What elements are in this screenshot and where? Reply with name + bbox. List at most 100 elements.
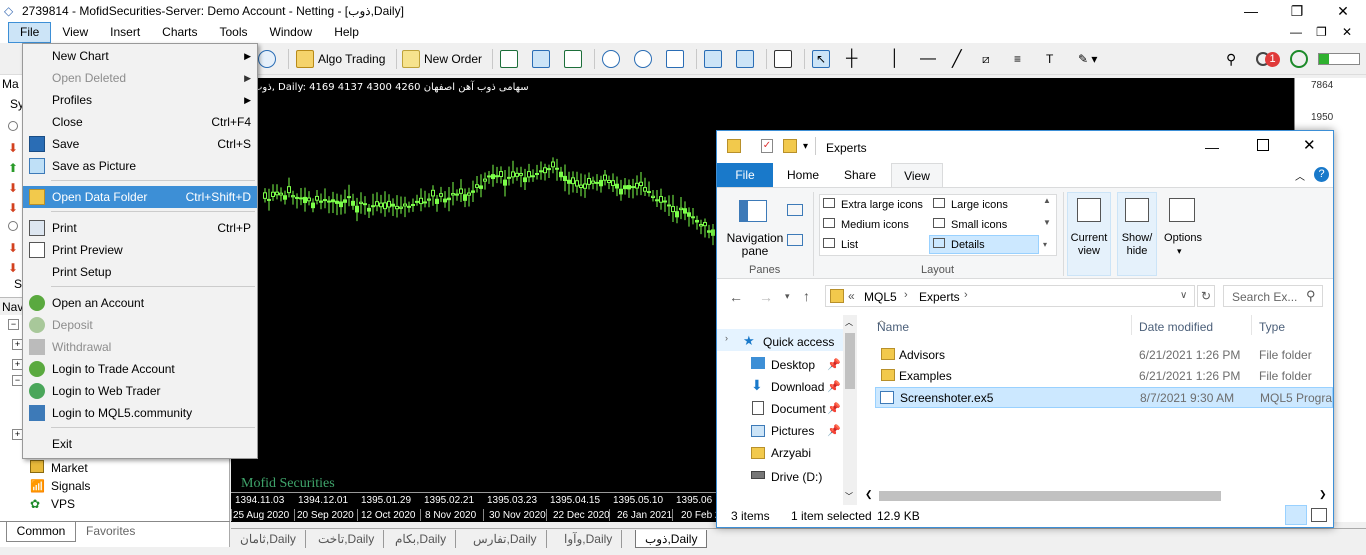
menu-view[interactable]: View <box>51 22 99 43</box>
column-type[interactable]: Type <box>1259 320 1285 334</box>
show-hide-button[interactable]: Show/ hide <box>1117 232 1157 258</box>
bar-chart-icon[interactable] <box>500 49 522 69</box>
expand-icon[interactable]: − <box>8 319 19 330</box>
maximize-button[interactable]: ❐ <box>1274 0 1320 22</box>
layout-small-icons[interactable]: Small icons <box>933 218 1007 231</box>
symbols-tab[interactable]: S <box>14 277 22 291</box>
details-view-icon[interactable] <box>1285 505 1307 525</box>
nav-scrollbar[interactable]: ︿ ﹀ <box>843 315 857 505</box>
menu-item-exit[interactable]: Exit <box>23 433 257 455</box>
expand-chevron-icon[interactable]: › <box>725 333 728 343</box>
close-button[interactable]: ✕ <box>1320 0 1366 22</box>
horizontal-line-icon[interactable]: — <box>920 49 936 69</box>
chart-tab[interactable]: ذوب,Daily <box>635 530 708 548</box>
layout-list[interactable]: List <box>823 238 858 251</box>
tile-windows-icon[interactable] <box>666 49 688 69</box>
details-pane-icon[interactable] <box>787 234 803 246</box>
menu-item-save[interactable]: Save Ctrl+S <box>23 133 257 155</box>
market-watch-icon[interactable] <box>258 49 280 69</box>
layout-extra-large-icons[interactable]: Extra large icons <box>823 198 923 211</box>
mdi-close-icon[interactable]: ✕ <box>1342 25 1352 39</box>
breadcrumb-overflow-icon[interactable]: « <box>848 289 855 303</box>
navigator-vps[interactable]: VPS <box>51 497 75 511</box>
layout-scroll-up-icon[interactable]: ▲ <box>1043 196 1051 205</box>
nav-quick-access[interactable]: Quick access <box>763 335 834 349</box>
back-icon[interactable]: ← <box>729 289 743 305</box>
nav-drive-d[interactable]: Drive (D:) <box>771 470 822 484</box>
column-name[interactable]: Name <box>877 320 909 334</box>
ribbon-tab-home[interactable]: Home <box>779 163 827 187</box>
layout-large-icons[interactable]: Large icons <box>933 198 1008 211</box>
menu-item-login-mql5[interactable]: Login to MQL5.community <box>23 402 257 424</box>
up-folder-icon[interactable]: ↑ <box>803 288 810 304</box>
menu-item-print-preview[interactable]: Print Preview <box>23 239 257 261</box>
preview-pane-icon[interactable] <box>787 204 803 216</box>
ribbon-tab-file[interactable]: File <box>717 163 773 187</box>
scroll-left-icon[interactable]: ❮ <box>865 489 873 500</box>
close-button[interactable]: ✕ <box>1303 136 1316 154</box>
line-chart-icon[interactable] <box>564 49 586 69</box>
navigator-market[interactable]: Market <box>51 461 88 475</box>
nav-downloads[interactable]: Download <box>771 380 827 394</box>
mdi-restore-icon[interactable]: ❐ <box>1316 25 1327 39</box>
chart-tab[interactable]: وآوا,Daily <box>555 530 623 548</box>
menu-tools[interactable]: Tools <box>209 22 259 43</box>
menu-item-print-setup[interactable]: Print Setup <box>23 261 257 283</box>
vertical-line-icon[interactable]: │ <box>890 49 900 69</box>
menu-file[interactable]: File <box>8 22 52 43</box>
refresh-icon[interactable]: ↻ <box>1197 285 1215 307</box>
nav-pictures[interactable]: Pictures <box>771 424 814 438</box>
pin-icon[interactable]: 📌 <box>827 402 841 415</box>
equidistant-channel-icon[interactable]: ⧄ <box>982 49 990 69</box>
lvl-icon[interactable] <box>1290 49 1308 69</box>
breadcrumb-experts[interactable]: Experts <box>919 290 960 304</box>
chart-tab[interactable]: ثامان,Daily <box>231 530 306 548</box>
tab-favorites[interactable]: Favorites <box>86 524 135 538</box>
search-icon[interactable]: ⚲ <box>1226 49 1236 69</box>
options-button[interactable]: Options <box>1159 232 1207 244</box>
ribbon-tab-view[interactable]: View <box>891 163 943 187</box>
menu-charts[interactable]: Charts <box>151 22 208 43</box>
chart-tab[interactable]: تاخت,Daily <box>309 530 385 548</box>
crosshair-icon[interactable]: ┼ <box>846 49 857 69</box>
breadcrumb-mql5[interactable]: MQL5 <box>864 290 897 304</box>
minimize-button[interactable]: — <box>1205 139 1219 155</box>
nav-arzyabi[interactable]: Arzyabi <box>771 446 811 460</box>
shapes-dropdown-icon[interactable]: ✎ ▾ <box>1078 49 1097 69</box>
options-dropdown-icon[interactable]: ▾ <box>1177 246 1182 257</box>
auto-scroll-icon[interactable] <box>704 49 726 69</box>
zoom-out-icon[interactable] <box>634 49 656 69</box>
properties-icon[interactable]: ✓ <box>761 139 773 153</box>
column-date-modified[interactable]: Date modified <box>1139 320 1213 334</box>
pin-icon[interactable]: 📌 <box>827 424 841 437</box>
layout-scroll-down-icon[interactable]: ▼ <box>1043 218 1051 227</box>
layout-details[interactable]: Details <box>933 238 985 251</box>
forward-icon[interactable]: → <box>759 289 773 305</box>
fibonacci-icon[interactable]: ≡ <box>1014 49 1021 69</box>
large-icons-view-icon[interactable] <box>1311 508 1327 522</box>
file-row[interactable]: Examples 6/21/2021 1:26 PM File folder <box>877 366 1333 386</box>
menu-item-open-data-folder[interactable]: Open Data Folder Ctrl+Shift+D <box>23 186 257 208</box>
pin-icon[interactable]: 📌 <box>827 380 841 393</box>
notifications-icon[interactable]: 1 <box>1256 49 1280 69</box>
candlestick-chart-icon[interactable] <box>532 49 554 69</box>
nav-documents[interactable]: Document <box>771 402 827 416</box>
new-order-button[interactable]: New Order <box>402 49 482 69</box>
nav-desktop[interactable]: Desktop <box>771 358 815 372</box>
menu-item-profiles[interactable]: Profiles ▶ <box>23 89 257 111</box>
text-label-icon[interactable]: T <box>1046 49 1053 69</box>
menu-item-open-account[interactable]: Open an Account <box>23 292 257 314</box>
maximize-button[interactable] <box>1257 139 1269 151</box>
navigation-pane-button[interactable]: Navigation pane <box>725 232 785 258</box>
templates-icon[interactable] <box>774 49 796 69</box>
chart-tab[interactable]: تفارس,Daily <box>464 530 547 548</box>
ribbon-tab-share[interactable]: Share <box>835 163 885 187</box>
layout-expand-icon[interactable]: ▾ <box>1043 240 1047 249</box>
minimize-button[interactable]: — <box>1228 0 1274 22</box>
menu-window[interactable]: Window <box>259 22 324 43</box>
tab-common[interactable]: Common <box>6 522 76 542</box>
scroll-down-icon[interactable]: ﹀ <box>845 491 853 502</box>
file-row[interactable]: Screenshoter.ex5 8/7/2021 9:30 AM MQL5 P… <box>875 387 1333 408</box>
menu-item-login-trade-account[interactable]: Login to Trade Account <box>23 358 257 380</box>
address-bar[interactable]: « MQL5 › Experts › ∨ <box>825 285 1195 307</box>
